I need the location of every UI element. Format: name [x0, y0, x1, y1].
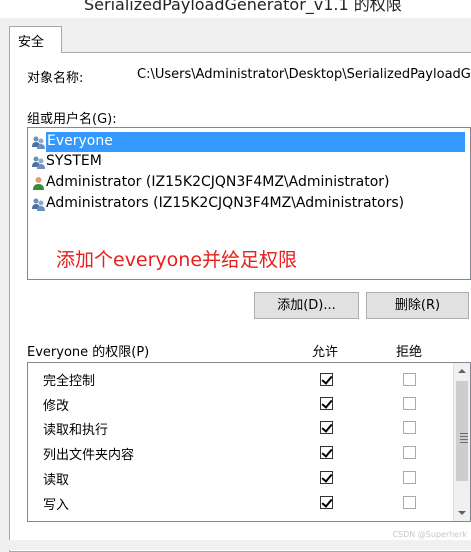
add-button[interactable]: 添加(D)... [254, 292, 359, 319]
remove-button[interactable]: 删除(R) [366, 292, 469, 319]
permission-name: 写入 [43, 498, 70, 513]
deny-header: 拒绝 [396, 345, 423, 360]
user-icon [33, 177, 44, 190]
group-item-label: SYSTEM [46, 153, 102, 169]
deny-checkbox[interactable] [403, 397, 416, 410]
deny-checkbox[interactable] [403, 421, 416, 434]
permission-row-full-control: 完全控制 [28, 367, 448, 392]
allow-checkbox[interactable] [320, 421, 333, 434]
permission-row-write: 写入 [28, 491, 448, 516]
tab-security-label: 安全 [18, 35, 45, 50]
permission-row-list-folder: 列出文件夹内容 [28, 441, 448, 466]
group-item-label: Administrator (IZ15K2CJQN3F4MZ\Administr… [46, 174, 390, 190]
permission-name: 完全控制 [43, 374, 96, 389]
allow-checkbox[interactable] [320, 496, 333, 509]
permission-name: 读取和执行 [43, 423, 109, 438]
annotation-text: 添加个everyone并给足权限 [56, 249, 298, 271]
group-item-system[interactable]: SYSTEM [30, 152, 464, 172]
group-item-everyone[interactable]: Everyone [30, 132, 465, 152]
groups-listbox[interactable]: Everyone SYSTEM Administrator (IZ15K2CJQ… [27, 127, 471, 280]
allow-checkbox[interactable] [320, 373, 333, 386]
deny-checkbox[interactable] [403, 471, 416, 484]
allow-checkbox[interactable] [320, 471, 333, 484]
window-title: SerializedPayloadGenerator_v1.1 的权限 [84, 0, 402, 14]
allow-checkbox[interactable] [320, 446, 333, 459]
object-name-label: 对象名称: [27, 71, 84, 86]
allow-header: 允许 [312, 345, 339, 360]
groups-label: 组或用户名(G): [27, 112, 117, 127]
permission-name: 修改 [43, 399, 70, 414]
bottom-edge [0, 540, 471, 550]
title-bar: SerializedPayloadGenerator_v1.1 的权限 [0, 0, 471, 18]
permission-name: 读取 [43, 473, 70, 488]
scroll-down-arrow-icon[interactable] [458, 511, 466, 515]
permission-row-read: 读取 [28, 466, 448, 491]
deny-checkbox[interactable] [403, 373, 416, 386]
users-icon [32, 156, 45, 169]
deny-checkbox[interactable] [403, 496, 416, 509]
watermark: CSDN @Superherk [392, 530, 467, 539]
grip-icon [460, 433, 468, 434]
permissions-scrollbar[interactable] [453, 363, 470, 521]
users-icon [32, 198, 45, 211]
group-item-label: Administrators (IZ15K2CJQN3F4MZ\Administ… [46, 195, 405, 211]
group-item-administrator[interactable]: Administrator (IZ15K2CJQN3F4MZ\Administr… [30, 173, 464, 193]
permission-name: 列出文件夹内容 [43, 448, 135, 463]
permission-row-read-execute: 读取和执行 [28, 416, 448, 441]
group-item-label: Everyone [47, 133, 113, 149]
permission-row-modify: 修改 [28, 392, 448, 417]
deny-checkbox[interactable] [403, 446, 416, 459]
allow-checkbox[interactable] [320, 397, 333, 410]
permissions-label: Everyone 的权限(P) [27, 345, 150, 360]
scroll-up-arrow-icon[interactable] [458, 369, 466, 373]
tab-strip [0, 18, 471, 52]
users-icon [32, 136, 45, 149]
group-item-administrators[interactable]: Administrators (IZ15K2CJQN3F4MZ\Administ… [30, 194, 464, 214]
object-name-value: C:\Users\Administrator\Desktop\Serialize… [137, 67, 471, 82]
permissions-list: 完全控制 修改 读取和执行 列出文件夹内容 读取 写入 [27, 362, 471, 522]
tab-security[interactable]: 安全 [9, 26, 62, 53]
scroll-thumb[interactable] [456, 381, 468, 481]
